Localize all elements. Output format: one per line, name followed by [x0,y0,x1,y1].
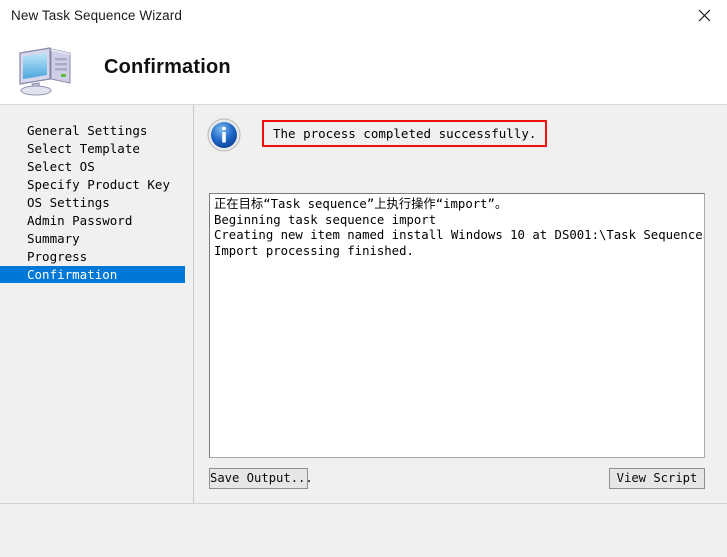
footer: Previous Finish Cancel CSDN @qq_2小zhang [0,504,727,557]
wizard-header: Confirmation [0,30,727,105]
body-area: General Settings Select Template Select … [0,105,727,503]
output-log[interactable]: 正在目标“Task sequence”上执行操作“import”。 Beginn… [209,193,705,458]
sidebar-item-select-template[interactable]: Select Template [0,140,193,157]
sidebar-item-os-settings[interactable]: OS Settings [0,194,193,211]
close-icon [698,9,711,22]
sidebar-item-progress[interactable]: Progress [0,248,193,265]
content-pane: The process completed successfully. 正在目标… [195,105,727,503]
sidebar-item-summary[interactable]: Summary [0,230,193,247]
output-actions: Save Output... View Script [209,468,705,490]
log-line: Import processing finished. [214,243,414,258]
page-title: Confirmation [104,56,231,78]
status-row: The process completed successfully. [207,118,548,152]
log-line: 正在目标“Task sequence”上执行操作“import”。 [214,197,508,211]
sidebar-item-specify-product-key[interactable]: Specify Product Key [0,176,193,193]
info-icon [207,118,241,152]
sidebar-item-general-settings[interactable]: General Settings [0,122,193,139]
wizard-window: New Task Sequence Wizard Confirmation Ge… [0,0,727,557]
status-message: The process completed successfully. [262,120,548,147]
sidebar-item-confirmation[interactable]: Confirmation [0,266,185,283]
wizard-steps-sidebar: General Settings Select Template Select … [0,105,194,503]
log-line: Creating new item named install Windows … [214,228,705,242]
sidebar-item-admin-password[interactable]: Admin Password [0,212,193,229]
sidebar-item-select-os[interactable]: Select OS [0,158,193,175]
save-output-button[interactable]: Save Output... [209,468,313,489]
close-button[interactable] [682,0,727,30]
title-bar: New Task Sequence Wizard [0,0,727,30]
window-title: New Task Sequence Wizard [11,7,182,23]
log-line: Beginning task sequence import [214,212,437,227]
view-script-button[interactable]: View Script [609,468,705,489]
computer-icon [14,39,78,97]
